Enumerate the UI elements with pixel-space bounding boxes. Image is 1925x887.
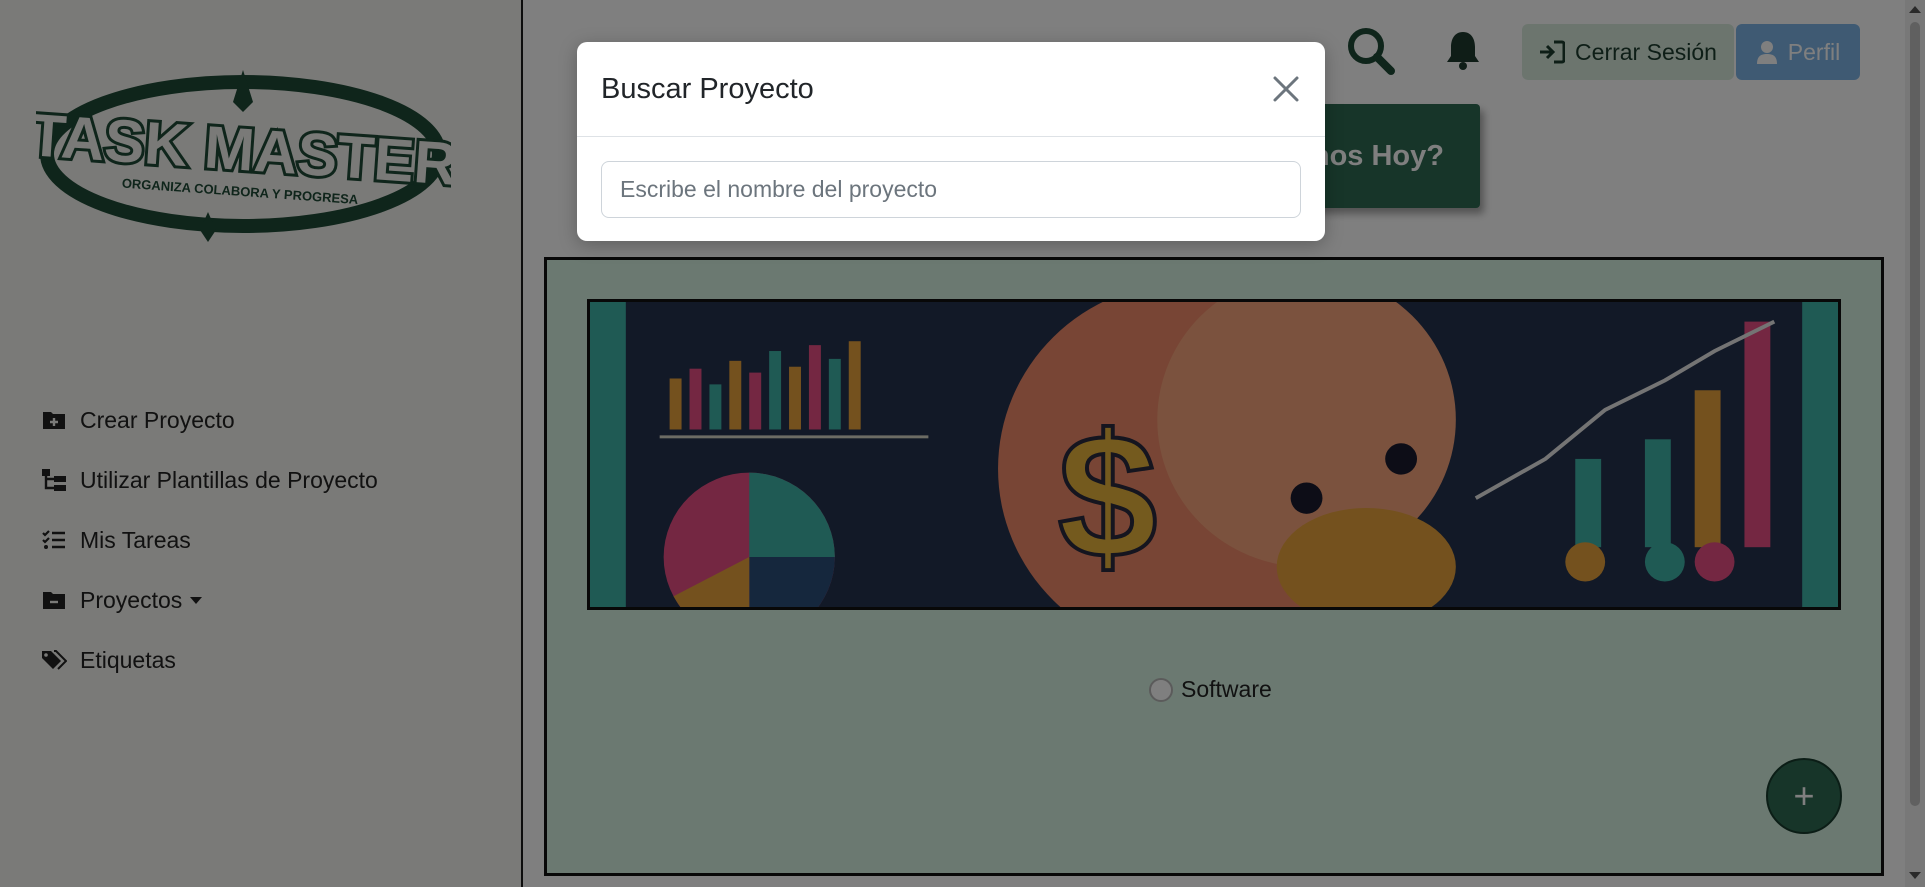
modal-body bbox=[577, 137, 1325, 242]
search-project-modal: Buscar Proyecto bbox=[577, 42, 1325, 241]
modal-title: Buscar Proyecto bbox=[601, 72, 814, 105]
project-search-input[interactable] bbox=[601, 161, 1301, 218]
close-icon[interactable] bbox=[1269, 72, 1303, 106]
modal-header: Buscar Proyecto bbox=[577, 42, 1325, 137]
